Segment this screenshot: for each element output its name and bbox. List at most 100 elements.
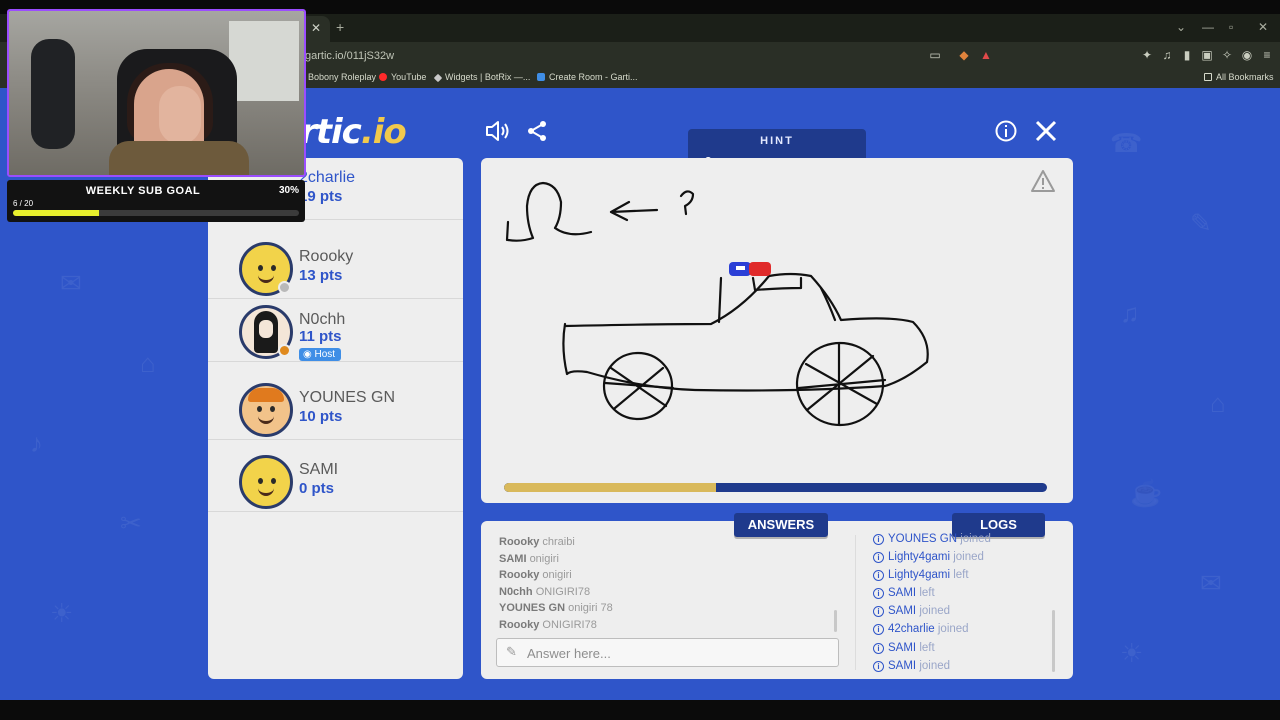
bookmark-label: Widgets | BotRix —...	[445, 72, 531, 82]
bookmark-label: Bobony Roleplay	[308, 72, 377, 82]
info-icon[interactable]	[994, 119, 1018, 143]
player-name: N0chh	[299, 311, 346, 328]
webcam-overlay	[7, 9, 306, 177]
minimize-icon[interactable]: —	[1202, 20, 1214, 34]
answer-author: Roooky	[499, 569, 540, 582]
answer-text: ONIGIRI78	[535, 585, 591, 598]
player-row[interactable]: SAMI 0 pts	[208, 450, 463, 512]
url-field[interactable]: gartic.io/011jS32w	[305, 50, 394, 62]
pattern-icon: ⌂	[140, 348, 156, 378]
player-row[interactable]: Roooky 13 pts	[208, 237, 463, 299]
bookmark-item[interactable]: Bobony Roleplay	[308, 72, 376, 82]
pencil-icon: ✎	[506, 644, 517, 659]
bookmark-label: YouTube	[391, 72, 427, 82]
brave-shield-icon[interactable]: ◆	[957, 48, 971, 62]
wallet-icon[interactable]: ▣	[1200, 48, 1214, 62]
youtube-icon	[379, 73, 387, 81]
pattern-icon: ✎	[1190, 208, 1212, 238]
vpn-icon[interactable]: ◉	[1240, 48, 1254, 62]
new-tab-icon[interactable]: +	[336, 19, 344, 35]
log-item: i Lighty4gami joined	[873, 551, 1043, 569]
info-icon: i	[873, 642, 884, 654]
menu-icon[interactable]: ≡	[1260, 48, 1274, 62]
all-bookmarks[interactable]: All Bookmarks	[1204, 72, 1274, 82]
sub-goal-widget: WEEKLY SUB GOAL 30% 6 / 20	[7, 180, 305, 222]
siren	[729, 262, 771, 276]
punching-bag	[31, 39, 75, 149]
answer-text: ONIGIRI78	[542, 618, 597, 631]
logs-list[interactable]: i YOUNES GN joined i Lighty4gami joined iL…	[873, 533, 1043, 675]
round-timer-fill	[504, 483, 716, 492]
players-panel: 2charlie 19 pts Roooky 13 pts N0chh 11 p…	[208, 158, 463, 679]
pattern-icon: ♪	[30, 428, 43, 458]
report-warning-icon[interactable]	[1030, 169, 1056, 193]
log-action: joined	[960, 533, 991, 545]
answer-field[interactable]: ✎	[496, 638, 839, 667]
log-action: left	[919, 641, 935, 654]
rewards-icon[interactable]: ▲	[979, 48, 993, 62]
ai-icon[interactable]: ✧	[1220, 48, 1234, 62]
window-close-icon[interactable]: ✕	[1258, 20, 1268, 34]
log-action: joined	[953, 551, 984, 564]
logo-io: .io	[360, 112, 407, 152]
pattern-icon: ☀	[50, 598, 74, 628]
player-row[interactable]: N0chh 11 pts ◉ Host	[208, 300, 463, 362]
pattern-icon: ✉	[1200, 568, 1222, 598]
player-points: 0 pts	[299, 480, 335, 497]
log-user: SAMI	[888, 659, 917, 672]
player-points: 10 pts	[299, 408, 343, 425]
answer-item: SAMI onigiri	[499, 553, 829, 570]
log-item: i YOUNES GN joined	[873, 533, 1043, 551]
sound-icon[interactable]	[485, 119, 511, 143]
player-points: 13 pts	[299, 267, 343, 284]
log-action: left	[953, 569, 969, 582]
sub-goal-count: 6 / 20	[13, 199, 34, 208]
answer-item: Roooky chraibi	[499, 536, 829, 553]
log-action: joined	[937, 623, 969, 636]
answers-scrollbar[interactable]	[834, 610, 837, 632]
answer-author: SAMI	[499, 552, 527, 565]
bookmark-item[interactable]: Create Room - Garti...	[537, 72, 638, 82]
log-item: i SAMI joined	[873, 660, 1043, 675]
extension-puzzle-icon[interactable]: ✦	[1140, 48, 1154, 62]
pattern-icon: ☎	[1110, 128, 1143, 158]
log-item: i Lighty4gami left	[873, 569, 1043, 587]
player-name: 2charlie	[299, 169, 356, 186]
maximize-icon[interactable]: ▫	[1229, 20, 1233, 34]
music-icon[interactable]: ♫	[1160, 48, 1174, 62]
answer-author: YOUNES GN	[499, 602, 566, 615]
log-action: joined	[919, 659, 951, 672]
pattern-icon: ☀	[1120, 638, 1144, 668]
player-points: 19 pts	[299, 188, 343, 205]
pattern-icon: ✉	[60, 268, 82, 298]
logs-scrollbar[interactable]	[1052, 610, 1055, 672]
orange-hair-avatar	[239, 383, 293, 437]
taskbar-strip	[0, 700, 1280, 720]
botrix-icon	[433, 73, 443, 83]
info-icon: i	[873, 624, 884, 636]
log-user: Lighty4gami	[888, 551, 951, 564]
answer-item: Roooky ONIGIRI78	[499, 619, 829, 632]
info-icon: i	[873, 534, 884, 545]
bookmark-item[interactable]: YouTube	[379, 72, 426, 82]
sidebar-icon[interactable]: ▮	[1180, 48, 1194, 62]
cast-icon[interactable]: ▭	[928, 48, 942, 62]
info-icon: i	[873, 588, 884, 600]
answer-input[interactable]	[527, 644, 827, 662]
tab-close-icon[interactable]: ✕	[311, 21, 321, 35]
player-row[interactable]: YOUNES GN 10 pts	[208, 378, 463, 440]
exit-icon[interactable]	[1034, 119, 1058, 143]
bookmark-item[interactable]: Widgets | BotRix —...	[433, 72, 531, 83]
player-name: SAMI	[299, 461, 339, 478]
answer-author: Roooky	[499, 536, 540, 548]
host-badge: ◉ Host	[299, 348, 342, 361]
tab-search-icon[interactable]: ⌄	[1176, 20, 1186, 34]
log-action: joined	[919, 605, 951, 618]
sub-goal-percent: 30%	[279, 185, 300, 196]
answers-list[interactable]: Roooky chraibi SAMI onigiri Roooky onigi…	[499, 536, 829, 632]
answers-tab[interactable]: ANSWERS	[734, 513, 828, 537]
gartic-logo: rtic.io	[300, 112, 407, 152]
panel-divider	[855, 535, 856, 670]
log-user: SAMI	[888, 605, 917, 618]
share-icon[interactable]	[525, 119, 549, 143]
